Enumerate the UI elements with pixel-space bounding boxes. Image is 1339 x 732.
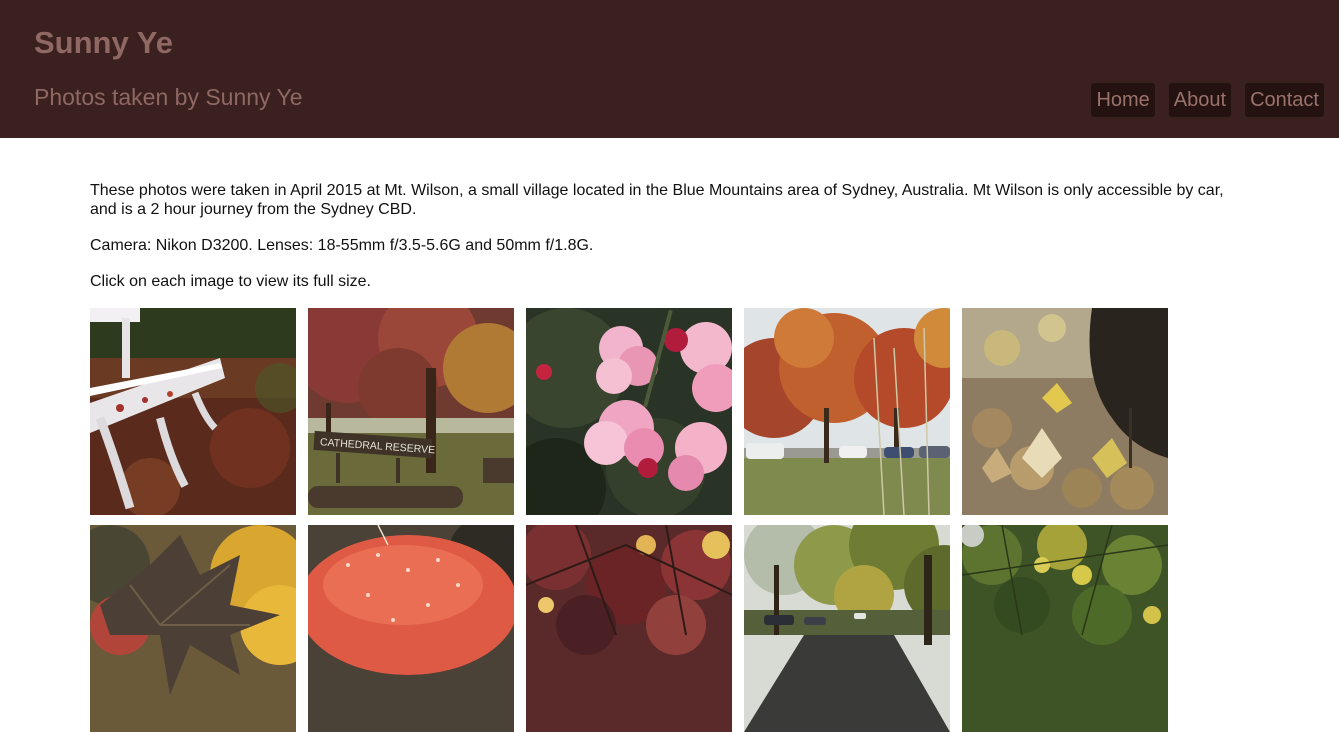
gallery-photo-pink-flowers[interactable]: [526, 308, 732, 515]
gallery-photo-maple-leaf[interactable]: [90, 525, 296, 732]
maple-leaf-photo-image: [90, 525, 296, 732]
page-content: These photos were taken in April 2015 at…: [90, 181, 1250, 291]
gallery-photo-reserve-sign[interactable]: CATHEDRAL RESERVE: [308, 308, 514, 515]
nav-home-link[interactable]: Home: [1091, 83, 1155, 117]
red-mushroom-photo-image: [308, 525, 514, 732]
leaf-litter-photo-image: [962, 308, 1168, 515]
nav-about-link[interactable]: About: [1168, 83, 1232, 117]
gallery-photo-leaf-litter[interactable]: [962, 308, 1168, 515]
autumn-trees-cars-photo-image: [744, 308, 950, 515]
gallery-photo-autumn-trees-cars[interactable]: [744, 308, 950, 515]
intro-paragraph: These photos were taken in April 2015 at…: [90, 182, 1224, 218]
site-header: Sunny Ye Photos taken by Sunny Ye Home A…: [0, 0, 1339, 138]
pink-flowers-photo-image: [526, 308, 732, 515]
gallery-photo-red-branches[interactable]: [526, 525, 732, 732]
site-title: Sunny Ye: [34, 25, 173, 60]
gallery-photo-tree-lined-road[interactable]: [744, 525, 950, 732]
tree-lined-road-photo-image: [744, 525, 950, 732]
reserve-sign-photo-image: CATHEDRAL RESERVE: [308, 308, 514, 515]
main-nav: Home About Contact: [1091, 83, 1324, 117]
gallery-photo-red-mushroom[interactable]: [308, 525, 514, 732]
gallery-photo-bench[interactable]: [90, 308, 296, 515]
bench-photo-image: [90, 308, 296, 515]
camera-paragraph: Camera: Nikon D3200. Lenses: 18-55mm f/3…: [90, 237, 594, 254]
photo-gallery: CATHEDRAL RESERVE: [90, 308, 1168, 732]
nav-contact-link[interactable]: Contact: [1245, 83, 1324, 117]
red-branches-photo-image: [526, 525, 732, 732]
green-leaves-photo-image: [962, 525, 1168, 732]
instructions-paragraph: Click on each image to view its full siz…: [90, 273, 371, 290]
gallery-photo-green-leaves[interactable]: [962, 525, 1168, 732]
site-subtitle: Photos taken by Sunny Ye: [34, 84, 303, 110]
